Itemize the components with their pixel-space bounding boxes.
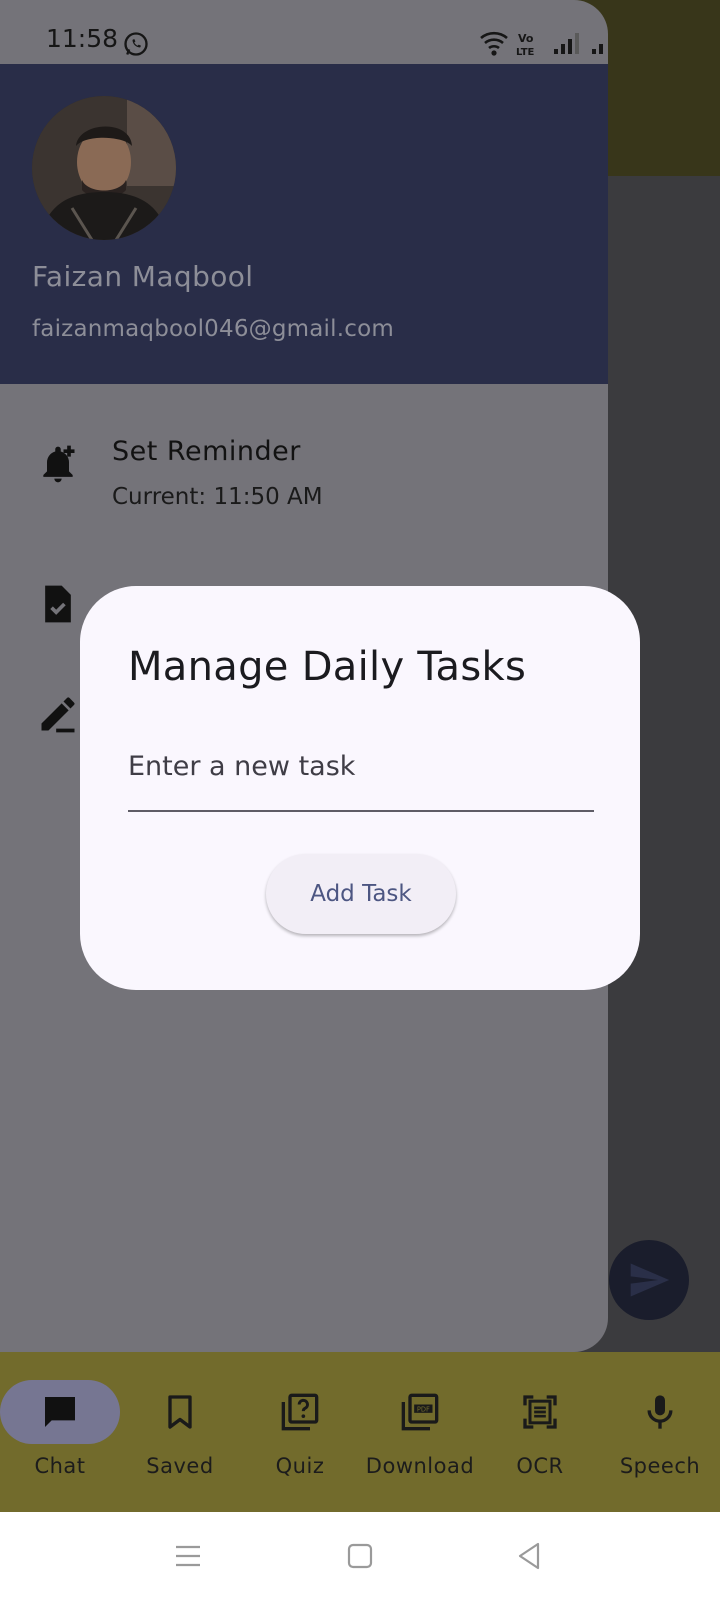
bottom-navigation: Chat Saved Quiz PDF Download OCR Speech [0,1352,720,1512]
send-icon [630,1263,670,1297]
ocr-scan-icon [523,1395,557,1429]
drawer-item-set-reminder[interactable] [0,420,608,530]
reminder-current-time: Current: 11:50 AM [112,484,323,510]
user-email: faizanmaqbool046@gmail.com [32,316,394,342]
nav-label: Speech [619,1454,701,1478]
nav-item-saved[interactable]: Saved [120,1352,240,1512]
system-navigation-bar [0,1512,720,1600]
status-bar: 11:58 Vo LTE [0,0,608,64]
dialog-title: Manage Daily Tasks [128,644,527,690]
nav-item-quiz[interactable]: Quiz [240,1352,360,1512]
bookmark-icon [168,1395,192,1429]
signal-strength-icon [554,33,579,54]
send-button[interactable] [609,1240,689,1320]
user-name: Faizan Maqbool [32,260,254,293]
nav-label: OCR [516,1454,564,1478]
nav-label: Saved [146,1454,214,1478]
svg-text:LTE: LTE [516,47,535,58]
document-check-icon [45,585,71,623]
nav-label: Quiz [275,1454,325,1478]
svg-text:Vo: Vo [518,32,534,45]
chat-icon [45,1397,75,1427]
nav-item-speech[interactable]: Speech [600,1352,720,1512]
microphone-icon [647,1395,673,1429]
new-task-input[interactable] [128,736,594,812]
reminder-title: Set Reminder [112,436,301,467]
volte-icon: Vo LTE [516,32,535,58]
add-task-button[interactable]: Add Task [266,854,456,934]
whatsapp-icon [124,32,148,56]
signal-strength-icon-2 [592,44,603,54]
manage-tasks-dialog: Manage Daily Tasks Add Task [80,586,640,990]
svg-text:PDF: PDF [417,1406,430,1414]
wifi-icon [480,31,508,56]
nav-item-ocr[interactable]: OCR [480,1352,600,1512]
avatar[interactable] [32,96,176,240]
status-time: 11:58 [46,24,119,53]
menu-icon[interactable] [168,1536,208,1576]
home-square-icon[interactable] [340,1536,380,1576]
bell-plus-icon [43,445,75,483]
nav-label: Chat [34,1454,86,1478]
nav-label: Download [365,1454,475,1478]
edit-pen-icon [41,697,75,733]
back-triangle-icon[interactable] [510,1536,550,1576]
profile-photo [32,96,176,240]
quiz-icon [281,1393,319,1431]
pdf-download-icon: PDF [401,1393,439,1431]
nav-item-chat[interactable]: Chat [0,1352,120,1512]
nav-item-download[interactable]: PDF Download [360,1352,480,1512]
drawer-header: Faizan Maqbool faizanmaqbool046@gmail.co… [0,64,608,384]
